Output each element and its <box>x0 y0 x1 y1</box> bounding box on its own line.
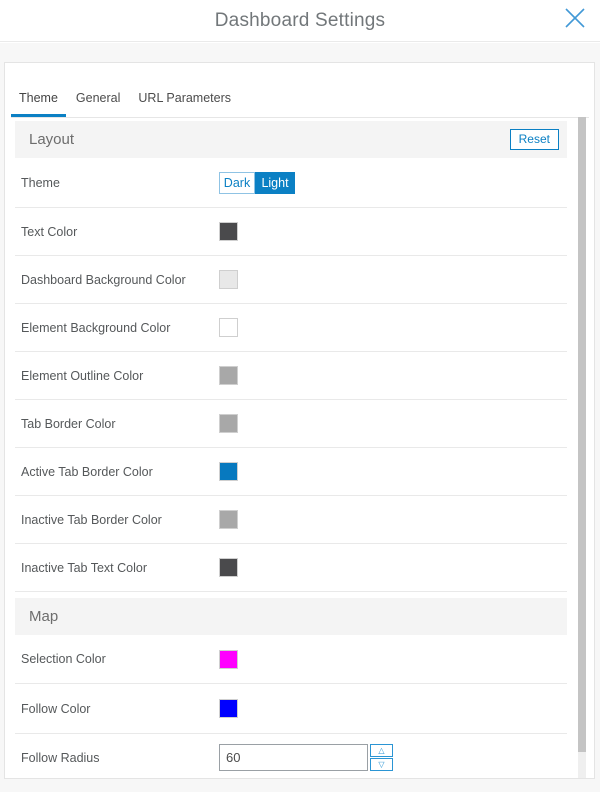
settings-panel: Theme General URL Parameters Layout Rese… <box>4 62 595 779</box>
close-button[interactable] <box>563 6 587 30</box>
selection-color-swatch[interactable] <box>219 650 238 669</box>
map-section-title: Map <box>15 598 567 635</box>
active-tab-border-color-label: Active Tab Border Color <box>21 465 219 479</box>
active-tab-border-color-swatch[interactable] <box>219 462 238 481</box>
scrollbar-track[interactable] <box>578 117 586 778</box>
dashboard-background-color-label: Dashboard Background Color <box>21 273 219 287</box>
scrollbar-thumb[interactable] <box>578 117 586 752</box>
follow-radius-label: Follow Radius <box>21 751 219 765</box>
dialog-body: Theme General URL Parameters Layout Rese… <box>0 43 600 792</box>
spinner-down-button[interactable]: ▽ <box>370 758 393 771</box>
theme-toggle: Dark Light <box>219 172 295 194</box>
close-icon <box>563 6 587 30</box>
reset-button[interactable]: Reset <box>510 129 559 150</box>
dialog-header: Dashboard Settings <box>0 0 600 42</box>
element-outline-color-row: Element Outline Color <box>15 352 567 400</box>
tab-border-color-swatch[interactable] <box>219 414 238 433</box>
inactive-tab-text-color-swatch[interactable] <box>219 558 238 577</box>
inactive-tab-border-color-row: Inactive Tab Border Color <box>15 496 567 544</box>
tab-url-parameters[interactable]: URL Parameters <box>130 91 239 117</box>
dashboard-background-color-swatch[interactable] <box>219 270 238 289</box>
selection-color-label: Selection Color <box>21 652 219 666</box>
spinner-up-button[interactable]: △ <box>370 744 393 757</box>
theme-row-label: Theme <box>21 176 219 190</box>
element-background-color-swatch[interactable] <box>219 318 238 337</box>
follow-radius-control: △ ▽ <box>219 744 393 771</box>
element-outline-color-swatch[interactable] <box>219 366 238 385</box>
triangle-down-icon: ▽ <box>378 760 384 770</box>
layout-section-header: Layout Reset <box>15 121 567 158</box>
dialog-title: Dashboard Settings <box>0 0 600 42</box>
tab-bar: Theme General URL Parameters <box>11 63 589 118</box>
text-color-swatch[interactable] <box>219 222 238 241</box>
layout-rows: Theme Dark Light Text Color Dashboard Ba… <box>15 158 567 592</box>
triangle-up-icon: △ <box>378 746 384 756</box>
theme-light-button[interactable]: Light <box>255 172 295 194</box>
inactive-tab-text-color-row: Inactive Tab Text Color <box>15 544 567 592</box>
element-background-color-row: Element Background Color <box>15 304 567 352</box>
tab-general[interactable]: General <box>68 91 128 117</box>
dashboard-background-color-row: Dashboard Background Color <box>15 256 567 304</box>
inactive-tab-text-color-label: Inactive Tab Text Color <box>21 561 219 575</box>
active-tab-border-color-row: Active Tab Border Color <box>15 448 567 496</box>
follow-radius-spinner: △ ▽ <box>370 744 393 771</box>
layout-section-title: Layout <box>15 121 567 158</box>
tab-theme[interactable]: Theme <box>11 91 66 117</box>
follow-color-row: Follow Color <box>15 684 567 734</box>
follow-radius-input[interactable] <box>219 744 368 771</box>
follow-color-swatch[interactable] <box>219 699 238 718</box>
inactive-tab-border-color-label: Inactive Tab Border Color <box>21 513 219 527</box>
selection-color-row: Selection Color <box>15 635 567 684</box>
element-outline-color-label: Element Outline Color <box>21 369 219 383</box>
map-section-header: Map <box>15 598 567 635</box>
theme-row: Theme Dark Light <box>15 158 567 208</box>
follow-radius-row: Follow Radius △ ▽ <box>15 734 567 779</box>
tab-border-color-label: Tab Border Color <box>21 417 219 431</box>
element-background-color-label: Element Background Color <box>21 321 219 335</box>
theme-dark-button[interactable]: Dark <box>219 172 255 194</box>
text-color-label: Text Color <box>21 225 219 239</box>
map-rows: Selection Color Follow Color Follow Radi… <box>15 635 567 779</box>
text-color-row: Text Color <box>15 208 567 256</box>
inactive-tab-border-color-swatch[interactable] <box>219 510 238 529</box>
tab-border-color-row: Tab Border Color <box>15 400 567 448</box>
follow-color-label: Follow Color <box>21 702 219 716</box>
